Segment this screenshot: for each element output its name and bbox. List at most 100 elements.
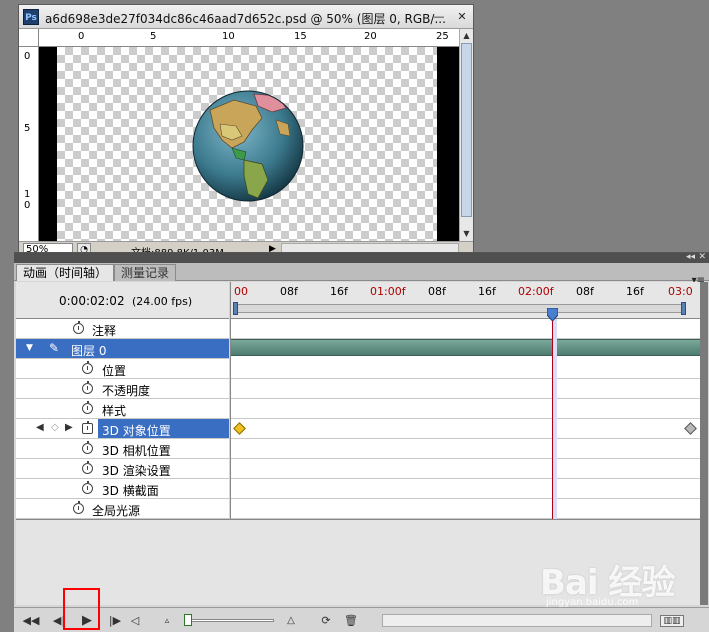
timeline-tick: 16f <box>330 285 348 298</box>
track-row[interactable] <box>231 319 701 339</box>
track-row[interactable] <box>231 359 701 379</box>
prev-keyframe-icon[interactable]: ◀ <box>36 422 44 433</box>
track-row[interactable] <box>231 399 701 419</box>
transparent-canvas[interactable] <box>57 47 437 241</box>
layer-row-label: 3D 渲染设置 <box>102 464 171 478</box>
timeline-tick: 08f <box>428 285 446 298</box>
layer-duration-bar[interactable] <box>231 339 701 356</box>
play-button-highlight <box>63 588 100 630</box>
zoom-slider-thumb[interactable] <box>184 614 192 626</box>
ruler-tick: 5 <box>24 123 31 134</box>
collapse-icon[interactable]: ◂◂ <box>686 252 695 262</box>
layer-row-global-light[interactable]: 全局光源 <box>16 499 229 519</box>
layer-row-3d-object-position[interactable]: ◀ ◇ ▶ 3D 对象位置 <box>16 419 229 439</box>
panel-drag-bar[interactable]: ◂◂ ✕ <box>14 252 709 263</box>
document-title: a6d698e3de27f034dc86c46aad7d652c.psd @ 5… <box>45 12 446 26</box>
ruler-origin[interactable] <box>19 29 39 47</box>
tab-measurement-log[interactable]: 测量记录 <box>114 264 177 281</box>
timeline-track-area[interactable]: 00 08f 16f 01:00f 08f 16f 02:00f 08f 16f… <box>230 282 701 519</box>
ruler-tick: 0 <box>78 31 85 42</box>
ruler-tick: 10 <box>222 31 235 42</box>
close-icon[interactable]: ✕ <box>455 10 469 24</box>
layer-row-position[interactable]: 位置 <box>16 359 229 379</box>
layer-list: 0:00:02:02 (24.00 fps) 注释 ▼ ✎ 图层 0 位置 不透… <box>16 282 229 519</box>
timeline-tick: 08f <box>280 285 298 298</box>
layer-row-opacity[interactable]: 不透明度 <box>16 379 229 399</box>
playhead-line <box>552 319 553 519</box>
layer-row-label: 样式 <box>102 404 127 418</box>
track-row[interactable] <box>231 499 701 519</box>
playhead-handle-icon[interactable] <box>547 308 558 321</box>
timeline-zoom-slider[interactable] <box>186 619 274 622</box>
baidu-watermark: Bai 经验 jingyan.baidu.com <box>540 555 705 610</box>
expand-triangle-icon[interactable]: ▼ <box>26 343 33 353</box>
timeline-horizontal-scrollbar[interactable] <box>382 614 652 627</box>
stopwatch-icon[interactable] <box>82 461 93 474</box>
panel-close-icon[interactable]: ✕ <box>698 252 706 262</box>
canvas-area[interactable] <box>39 47 459 241</box>
scroll-down-icon[interactable]: ▼ <box>460 227 473 240</box>
layer-row-comments[interactable]: 注释 <box>16 319 229 339</box>
document-title-bar[interactable]: Ps a6d698e3de27f034dc86c46aad7d652c.psd … <box>19 5 473 29</box>
current-time[interactable]: 0:00:02:02 <box>59 294 125 308</box>
audio-icon[interactable]: ◁ <box>128 613 142 629</box>
timeline-ruler[interactable]: 00 08f 16f 01:00f 08f 16f 02:00f 08f 16f… <box>231 282 701 319</box>
delete-icon[interactable]: 🗑 <box>344 613 358 629</box>
horizontal-ruler[interactable]: 0 5 10 15 20 25 <box>39 29 459 47</box>
track-row[interactable] <box>231 439 701 459</box>
zoom-in-icon[interactable]: △ <box>282 613 300 629</box>
stopwatch-icon[interactable] <box>82 441 93 454</box>
layer-row-layer0[interactable]: ▼ ✎ 图层 0 <box>16 339 229 359</box>
ruler-tick: 15 <box>294 31 307 42</box>
timeline-tick: 16f <box>478 285 496 298</box>
next-keyframe-icon[interactable]: ▶ <box>65 422 73 433</box>
stopwatch-icon[interactable] <box>82 361 93 374</box>
minimize-icon[interactable]: — <box>432 10 446 24</box>
vertical-ruler[interactable]: 0 5 1 0 <box>19 47 39 241</box>
time-display: 0:00:02:02 (24.00 fps) <box>16 282 229 319</box>
ruler-tick: 5 <box>150 31 157 42</box>
layer-row-style[interactable]: 样式 <box>16 399 229 419</box>
frame-view-icon[interactable]: ▥▥ <box>660 615 684 627</box>
track-row[interactable] <box>231 379 701 399</box>
watermark-url: jingyan.baidu.com <box>546 597 639 608</box>
first-frame-icon[interactable]: ◀◀ <box>22 613 40 629</box>
panel-tab-bar: 动画（时间轴） 测量记录 ▾≡ <box>14 263 709 286</box>
layer-row-3d-camera-position[interactable]: 3D 相机位置 <box>16 439 229 459</box>
track-row[interactable] <box>231 479 701 499</box>
stopwatch-icon[interactable] <box>82 381 93 394</box>
zoom-out-icon[interactable]: ▵ <box>160 613 174 629</box>
add-keyframe-icon[interactable]: ◇ <box>51 422 59 433</box>
work-area-end-handle[interactable] <box>681 302 686 315</box>
stopwatch-icon[interactable] <box>73 321 84 334</box>
stopwatch-icon[interactable] <box>82 401 93 414</box>
stopwatch-active-icon[interactable] <box>82 421 93 434</box>
next-frame-icon[interactable]: |▶ <box>106 613 124 629</box>
convert-frames-icon[interactable]: ⟳ <box>318 613 334 629</box>
track-row[interactable] <box>231 419 701 439</box>
layer-row-label: 全局光源 <box>92 504 141 518</box>
vertical-scrollbar[interactable]: ▲ ▼ <box>459 29 473 241</box>
ruler-tick: 20 <box>364 31 377 42</box>
layer-row-3d-cross-section[interactable]: 3D 横截面 <box>16 479 229 499</box>
timeline-tick: 16f <box>626 285 644 298</box>
photoshop-icon: Ps <box>23 9 39 25</box>
timeline-tick: 01:00f <box>370 285 406 298</box>
work-area-bar[interactable] <box>235 304 684 313</box>
scrollbar-thumb[interactable] <box>461 43 472 217</box>
timeline-tick: 02:00f <box>518 285 554 298</box>
layer-row-label: 图层 0 <box>71 344 107 358</box>
layer-row-label: 不透明度 <box>102 384 151 398</box>
work-area-start-handle[interactable] <box>233 302 238 315</box>
track-row[interactable] <box>231 459 701 479</box>
ruler-tick: 1 0 <box>24 189 31 211</box>
ruler-tick: 0 <box>24 51 31 62</box>
layer-row-3d-render-settings[interactable]: 3D 渲染设置 <box>16 459 229 479</box>
ruler-tick: 25 <box>436 31 449 42</box>
timeline-tick: 00 <box>234 285 248 298</box>
tab-animation-timeline[interactable]: 动画（时间轴） <box>16 264 115 281</box>
stopwatch-icon[interactable] <box>73 501 84 514</box>
scroll-up-icon[interactable]: ▲ <box>460 29 473 42</box>
playback-controls: ◀◀ ◀| ▶ |▶ ◁ ▵ △ ⟳ 🗑 ▥▥ <box>14 607 709 632</box>
stopwatch-icon[interactable] <box>82 481 93 494</box>
